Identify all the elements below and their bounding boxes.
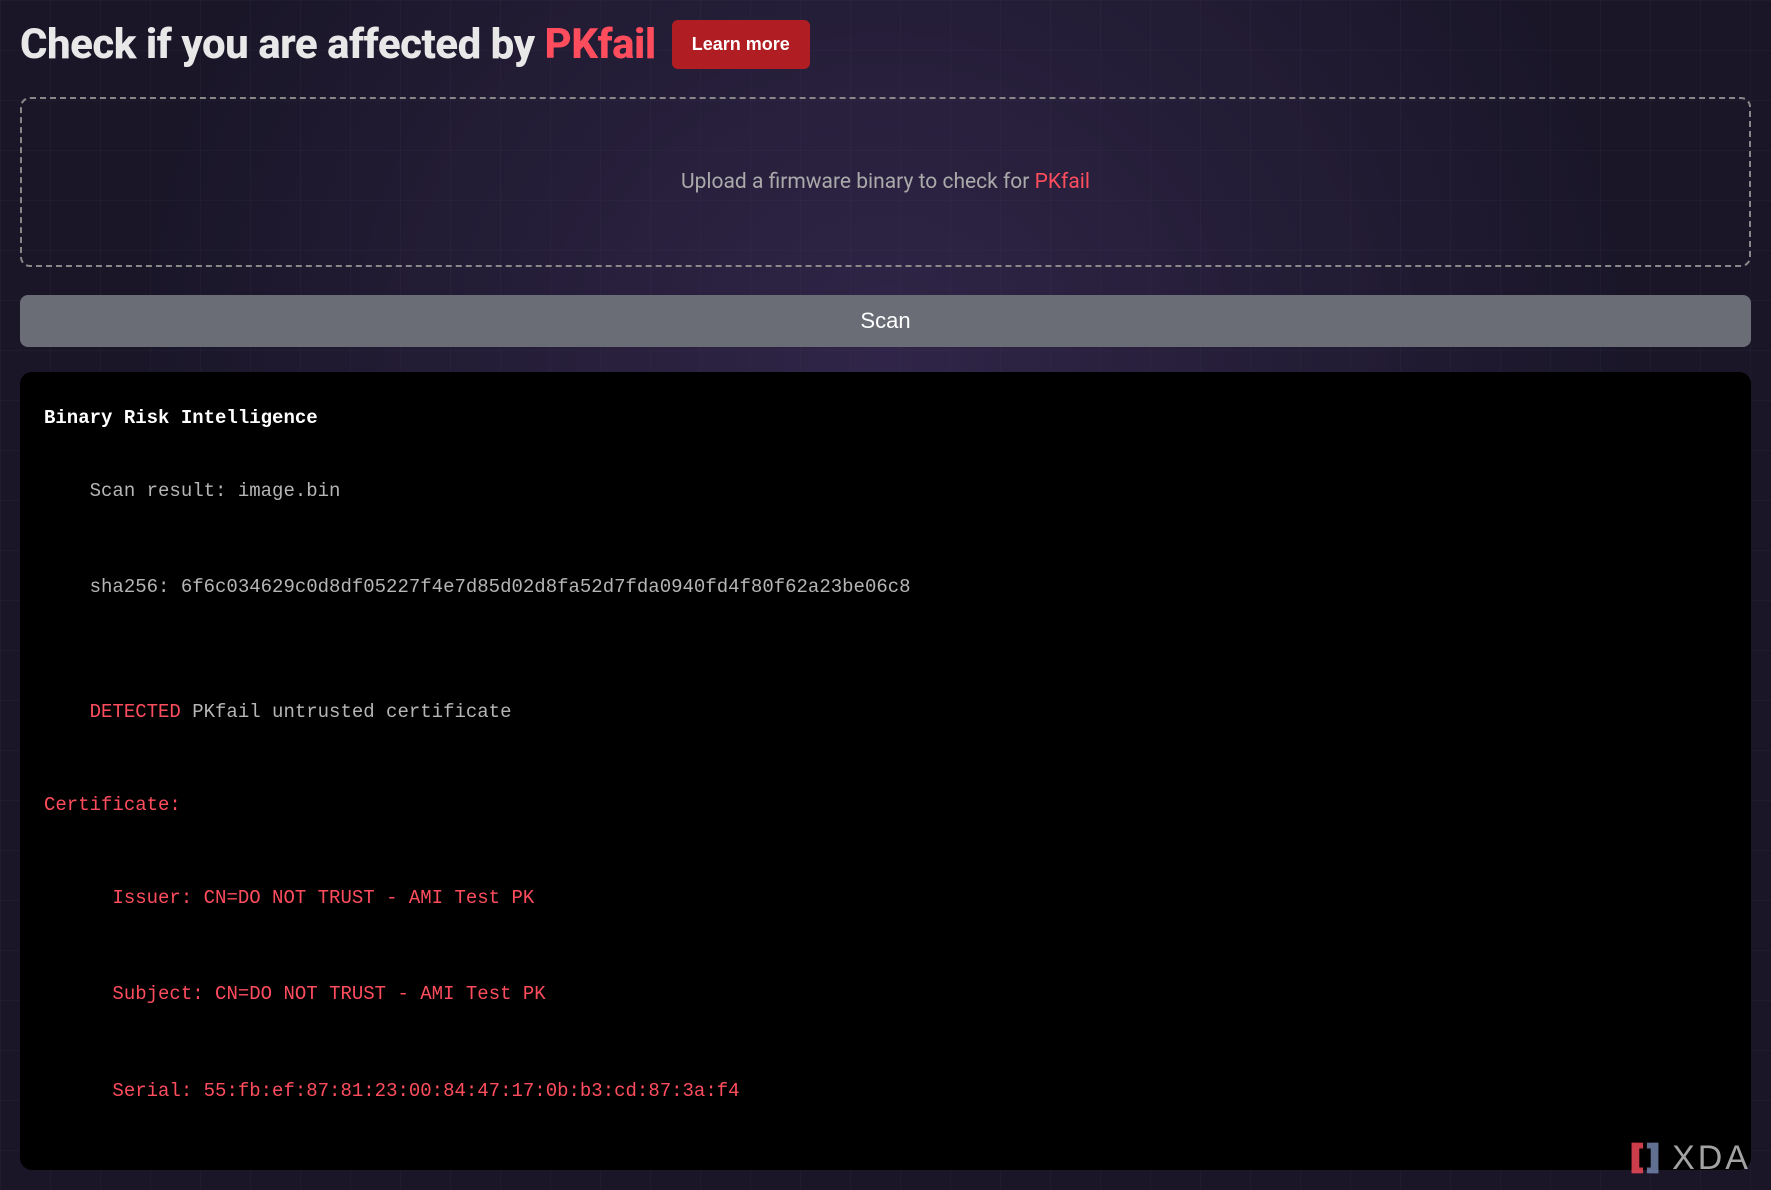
xda-text: XDA [1672, 1139, 1751, 1178]
subject-label: Subject: [112, 983, 215, 1005]
learn-more-button[interactable]: Learn more [672, 20, 810, 69]
cert-header: Certificate: [44, 789, 1727, 821]
dropzone-prefix: Upload a firmware binary to check for [681, 170, 1035, 194]
issuer-line: Issuer: CN=DO NOT TRUST - AMI Test PK [44, 849, 1727, 946]
header-row: Check if you are affected by PKfail Lear… [20, 20, 1751, 69]
scan-button[interactable]: Scan [20, 295, 1751, 347]
detected-text: PKfail untrusted certificate [181, 701, 512, 723]
sha-line: sha256: 6f6c034629c0d8df05227f4e7d85d02d… [44, 539, 1727, 636]
title-accent: PKfail [545, 20, 656, 69]
detected-line: DETECTED PKfail untrusted certificate [44, 664, 1727, 761]
xda-logo-icon [1626, 1139, 1664, 1177]
terminal-output: Binary Risk Intelligence Scan result: im… [20, 372, 1751, 1170]
sha-value: 6f6c034629c0d8df05227f4e7d85d02d8fa52d7f… [181, 576, 911, 598]
issuer-label: Issuer: [112, 887, 203, 909]
sha-label: sha256: [90, 576, 181, 598]
scan-result-line: Scan result: image.bin [44, 442, 1727, 539]
xda-watermark: XDA [1626, 1139, 1751, 1178]
dropzone-text: Upload a firmware binary to check for PK… [681, 170, 1090, 194]
page-title: Check if you are affected by PKfail [20, 20, 656, 69]
terminal-title: Binary Risk Intelligence [44, 402, 1727, 434]
detected-label: DETECTED [90, 701, 181, 723]
serial-value: 55:fb:ef:87:81:23:00:84:47:17:0b:b3:cd:8… [204, 1080, 740, 1102]
upload-dropzone[interactable]: Upload a firmware binary to check for PK… [20, 97, 1751, 267]
issuer-value: CN=DO NOT TRUST - AMI Test PK [204, 887, 535, 909]
serial-label: Serial: [112, 1080, 203, 1102]
scan-result-label: Scan result: [90, 480, 238, 502]
cert-block: Issuer: CN=DO NOT TRUST - AMI Test PK Su… [44, 849, 1727, 1140]
subject-line: Subject: CN=DO NOT TRUST - AMI Test PK [44, 946, 1727, 1043]
scan-result-file: image.bin [238, 480, 341, 502]
dropzone-accent: PKfail [1035, 170, 1090, 194]
serial-line: Serial: 55:fb:ef:87:81:23:00:84:47:17:0b… [44, 1043, 1727, 1140]
title-prefix: Check if you are affected by [20, 20, 545, 69]
subject-value: CN=DO NOT TRUST - AMI Test PK [215, 983, 546, 1005]
